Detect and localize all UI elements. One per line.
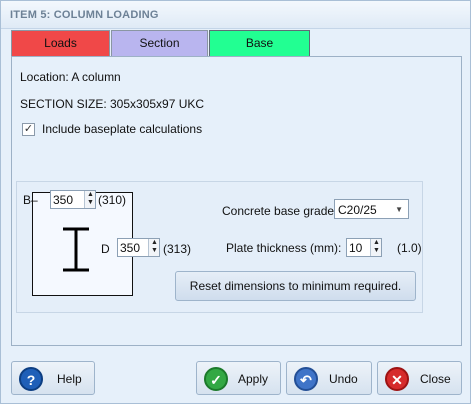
plate-spin-buttons[interactable]: ▲ ▼ (370, 239, 381, 256)
b-spin-down-icon[interactable]: ▼ (86, 199, 95, 207)
tab-base[interactable]: Base (209, 30, 310, 58)
plate-thickness-stepper[interactable]: 10 ▲ ▼ (346, 238, 382, 257)
button-bar: ? Help ✓ Apply ↶ Undo ✕ Close (1, 349, 470, 403)
plate-spin-up-icon[interactable]: ▲ (372, 239, 381, 247)
checkmark-icon: ✓ (204, 367, 228, 391)
help-button-label: Help (57, 372, 82, 386)
d-dimension-value: 350 (120, 241, 141, 255)
plate-thickness-label: Plate thickness (mm): (226, 241, 342, 255)
d-minimum-value: (313) (163, 242, 192, 256)
title-bar: ITEM 5: COLUMN LOADING (1, 1, 470, 29)
concrete-grade-value: C20/25 (338, 203, 377, 217)
tab-loads[interactable]: Loads (11, 30, 110, 57)
tab-section[interactable]: Section (111, 30, 208, 57)
b-dimension-label: B (23, 193, 32, 207)
plate-thickness-value: 10 (349, 241, 363, 255)
reset-dimensions-button[interactable]: Reset dimensions to minimum required. (175, 271, 416, 301)
b-minimum-value: (310) (98, 193, 127, 207)
undo-icon: ↶ (294, 367, 318, 391)
b-spin-up-icon[interactable]: ▲ (86, 191, 95, 199)
b-dimension-dash: – (31, 193, 38, 207)
window-title: ITEM 5: COLUMN LOADING (10, 9, 159, 21)
d-dimension-label: D (101, 242, 110, 256)
d-spin-buttons[interactable]: ▲ ▼ (148, 239, 159, 256)
help-icon: ? (19, 367, 43, 391)
d-spin-up-icon[interactable]: ▲ (150, 239, 159, 247)
close-button-label: Close (420, 372, 451, 386)
base-tab-panel: Location: A column SECTION SIZE: 305x305… (11, 56, 462, 346)
undo-button[interactable]: ↶ Undo (286, 361, 372, 395)
plate-thickness-minimum: (1.0) (397, 241, 422, 255)
b-spin-buttons[interactable]: ▲ ▼ (84, 191, 95, 208)
column-loading-dialog: ITEM 5: COLUMN LOADING Loads Section Bas… (0, 0, 471, 404)
include-baseplate-label: Include baseplate calculations (42, 122, 203, 136)
b-dimension-stepper[interactable]: 350 ▲ ▼ (50, 190, 96, 209)
concrete-grade-select[interactable]: C20/25 ▼ (334, 199, 409, 219)
undo-button-label: Undo (329, 372, 358, 386)
include-baseplate-checkbox[interactable]: ✓ (22, 123, 35, 136)
location-text: Location: A column (20, 70, 121, 84)
help-button[interactable]: ? Help (11, 361, 95, 395)
d-dimension-stepper[interactable]: 350 ▲ ▼ (117, 238, 160, 257)
section-size-text: SECTION SIZE: 305x305x97 UKC (20, 97, 205, 111)
concrete-grade-label: Concrete base grade (222, 204, 335, 218)
d-spin-down-icon[interactable]: ▼ (150, 247, 159, 255)
close-icon: ✕ (385, 367, 409, 391)
apply-button-label: Apply (238, 372, 269, 386)
plate-spin-down-icon[interactable]: ▼ (372, 247, 381, 255)
b-dimension-value: 350 (53, 193, 74, 207)
apply-button[interactable]: ✓ Apply (196, 361, 281, 395)
close-button[interactable]: ✕ Close (377, 361, 462, 395)
chevron-down-icon[interactable]: ▼ (395, 205, 403, 214)
